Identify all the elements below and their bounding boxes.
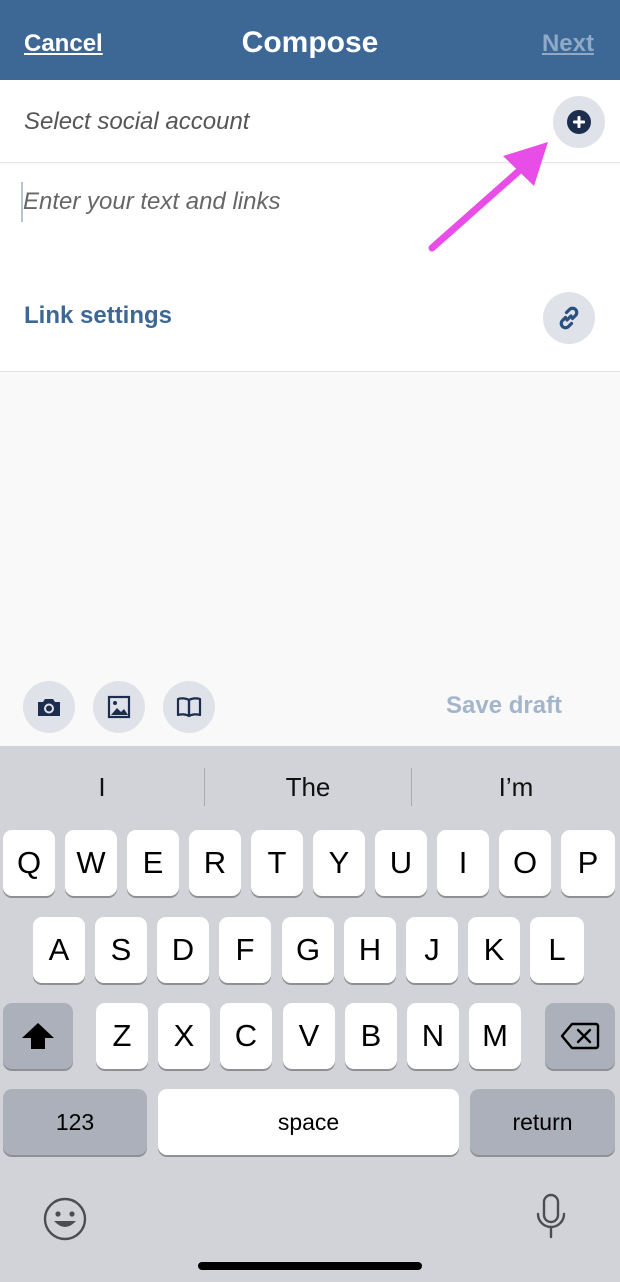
numbers-key[interactable]: 123 [3, 1089, 147, 1155]
key-e[interactable]: E [127, 830, 179, 896]
key-h[interactable]: H [344, 917, 396, 983]
key-x[interactable]: X [158, 1003, 210, 1069]
key-f[interactable]: F [219, 917, 271, 983]
key-u[interactable]: U [375, 830, 427, 896]
suggestion-1[interactable]: I [0, 746, 204, 828]
key-a[interactable]: A [33, 917, 85, 983]
select-account-row[interactable]: Select social account [0, 80, 620, 163]
key-p[interactable]: P [561, 830, 615, 896]
key-q[interactable]: Q [3, 830, 55, 896]
key-c[interactable]: C [220, 1003, 272, 1069]
key-t[interactable]: T [251, 830, 303, 896]
key-s[interactable]: S [95, 917, 147, 983]
key-y[interactable]: Y [313, 830, 365, 896]
dictation-button[interactable] [533, 1192, 569, 1242]
add-account-button[interactable] [553, 96, 605, 148]
return-key[interactable]: return [470, 1089, 615, 1155]
backspace-icon [560, 1022, 600, 1050]
camera-icon [38, 699, 60, 716]
key-w[interactable]: W [65, 830, 117, 896]
emoji-button[interactable] [42, 1196, 88, 1242]
delete-key[interactable] [545, 1003, 615, 1069]
plus-circle-icon [567, 110, 591, 134]
save-draft-button[interactable]: Save draft [446, 692, 562, 720]
key-l[interactable]: L [530, 917, 584, 983]
shift-arrow-icon [22, 1023, 54, 1049]
page-title: Compose [241, 26, 379, 59]
key-m[interactable]: M [469, 1003, 521, 1069]
key-i[interactable]: I [437, 830, 489, 896]
post-text-input[interactable] [23, 184, 523, 220]
key-g[interactable]: G [282, 917, 334, 983]
suggestion-2[interactable]: The [205, 746, 411, 828]
key-d[interactable]: D [157, 917, 209, 983]
nav-header: Cancel Compose Next [0, 0, 620, 80]
key-k[interactable]: K [468, 917, 520, 983]
key-v[interactable]: V [283, 1003, 335, 1069]
composer-area: Link settings [0, 164, 620, 372]
key-z[interactable]: Z [96, 1003, 148, 1069]
home-indicator [198, 1262, 422, 1270]
key-j[interactable]: J [406, 917, 458, 983]
image-icon [107, 695, 131, 719]
book-icon [176, 697, 202, 718]
key-b[interactable]: B [345, 1003, 397, 1069]
space-key[interactable]: space [158, 1089, 459, 1155]
library-button[interactable] [163, 681, 215, 733]
microphone-icon [536, 1193, 566, 1239]
next-button[interactable]: Next [542, 30, 594, 58]
link-icon [559, 306, 579, 330]
select-account-label: Select social account [24, 108, 250, 135]
key-o[interactable]: O [499, 830, 551, 896]
key-n[interactable]: N [407, 1003, 459, 1069]
key-r[interactable]: R [189, 830, 241, 896]
image-button[interactable] [93, 681, 145, 733]
suggestion-3[interactable]: I’m [412, 746, 620, 828]
link-settings-button[interactable] [543, 292, 595, 344]
camera-button[interactable] [23, 681, 75, 733]
link-settings-link[interactable]: Link settings [24, 302, 172, 330]
emoji-icon [43, 1197, 87, 1241]
shift-key[interactable] [3, 1003, 73, 1069]
